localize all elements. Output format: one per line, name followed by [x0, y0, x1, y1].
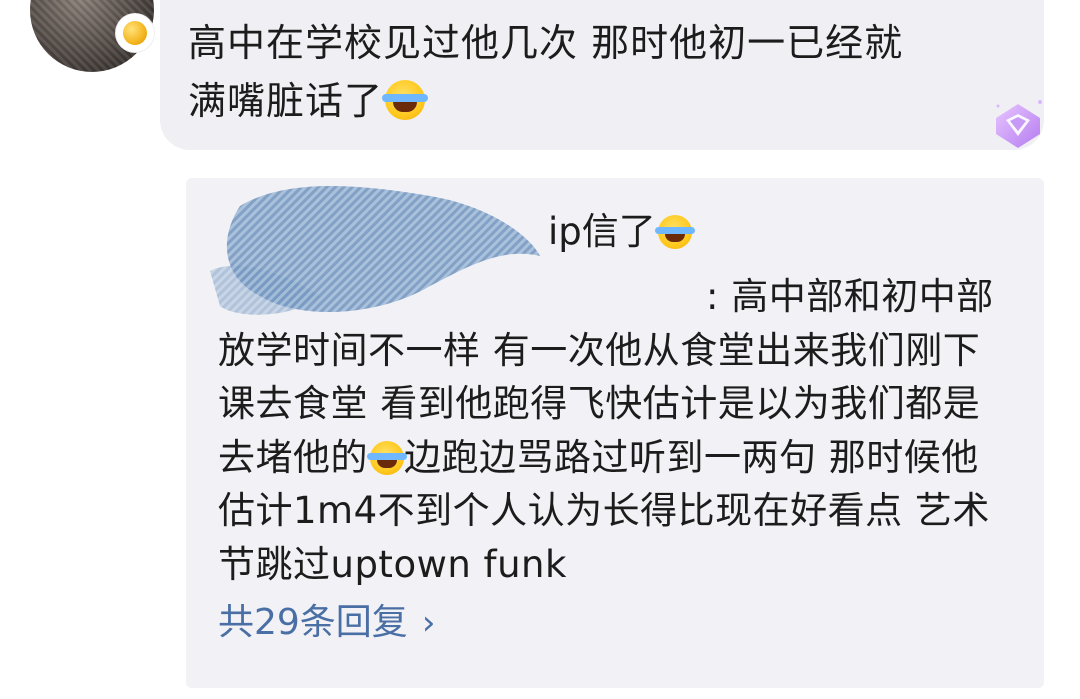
comment-screenshot: 高中在学校见过他几次 那时他初一已经就 满嘴脏话了 ip信了 : 高中部和初中部…: [0, 0, 1080, 699]
reply-line-1: : 高中部和初中部: [706, 275, 994, 318]
view-replies-link[interactable]: 共29条回复 ›: [218, 598, 435, 648]
reply-header-text: ip信了: [548, 210, 656, 253]
reply-header: ip信了: [548, 207, 695, 257]
laugh-cry-emoji-icon: [367, 440, 407, 475]
reply-line-4a: 去堵他的: [218, 435, 368, 479]
view-replies-label: 共29条回复: [218, 602, 408, 643]
reply-line-3: 课去食堂 看到他跑得飞快估计是以为我们都是: [218, 382, 981, 425]
reply-line-2: 放学时间不一样 有一次他从食堂出来我们刚下: [218, 328, 981, 372]
gold-badge-icon: [116, 14, 154, 52]
comment-line-2: 满嘴脏话了: [188, 79, 384, 123]
reply-line-5: 估计1m4不到个人认为长得比现在好看点 艺术: [218, 489, 990, 532]
comment-line-1: 高中在学校见过他几次 那时他初一已经就: [188, 21, 904, 65]
laugh-cry-emoji-icon: [654, 215, 695, 249]
reply-line-4b: 边跑边骂路过听到一两句 那时候他: [404, 435, 979, 479]
reply-text: : 高中部和初中部 放学时间不一样 有一次他从食堂出来我们刚下 课去食堂 看到他…: [218, 270, 1018, 591]
reply-line-6: 节跳过uptown funk: [218, 542, 567, 586]
comment-text: 高中在学校见过他几次 那时他初一已经就 满嘴脏话了: [188, 14, 1028, 130]
chevron-right-icon: ›: [421, 603, 436, 643]
laugh-cry-emoji-icon: [382, 80, 429, 120]
purple-diamond-gem-icon: [996, 100, 1042, 148]
